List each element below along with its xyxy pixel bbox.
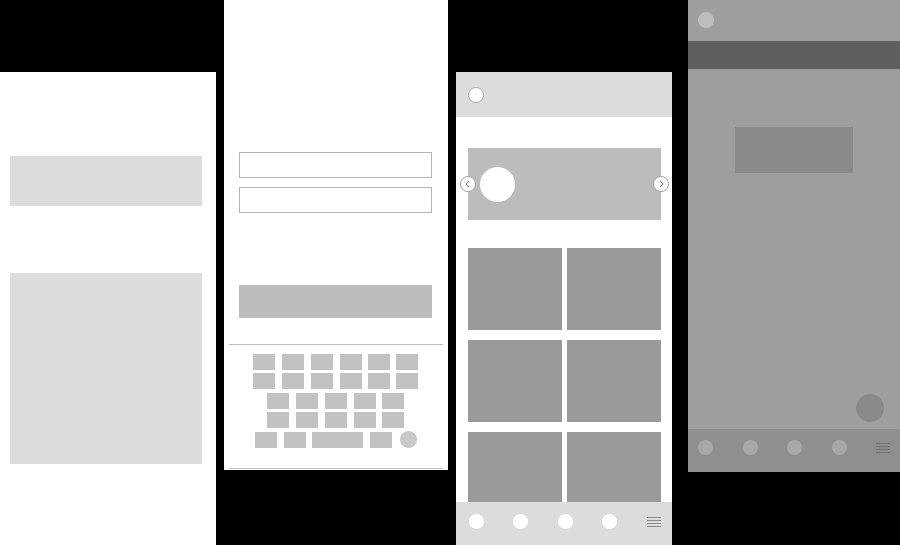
key[interactable] bbox=[296, 412, 318, 428]
grid-tile[interactable] bbox=[567, 248, 661, 330]
password-field[interactable] bbox=[239, 187, 432, 213]
app-bar bbox=[456, 72, 672, 117]
on-screen-keyboard bbox=[224, 345, 448, 470]
key[interactable] bbox=[340, 354, 362, 370]
content-placeholder bbox=[10, 273, 202, 464]
nav-item-icon[interactable] bbox=[743, 440, 758, 455]
space-key[interactable] bbox=[312, 432, 363, 448]
key[interactable] bbox=[253, 373, 275, 389]
carousel-avatar bbox=[480, 167, 515, 202]
avatar-icon[interactable] bbox=[468, 87, 484, 103]
grid-tile[interactable] bbox=[468, 248, 562, 330]
key[interactable] bbox=[282, 373, 304, 389]
key[interactable] bbox=[296, 393, 318, 409]
dialog-overlay-screen bbox=[688, 0, 900, 472]
key[interactable] bbox=[382, 412, 404, 428]
key[interactable] bbox=[368, 373, 390, 389]
key[interactable] bbox=[396, 354, 418, 370]
key[interactable] bbox=[340, 373, 362, 389]
nav-item-icon[interactable] bbox=[832, 440, 847, 455]
key[interactable] bbox=[370, 432, 392, 448]
key[interactable] bbox=[282, 354, 304, 370]
nav-item-icon[interactable] bbox=[469, 514, 484, 529]
app-bar bbox=[688, 41, 900, 69]
header-placeholder bbox=[10, 156, 202, 206]
dialog-placeholder bbox=[735, 127, 853, 173]
nav-item-icon[interactable] bbox=[602, 514, 617, 529]
grid-tile[interactable] bbox=[567, 340, 661, 422]
key[interactable] bbox=[267, 393, 289, 409]
key[interactable] bbox=[267, 412, 289, 428]
nav-item-icon[interactable] bbox=[698, 440, 713, 455]
menu-icon[interactable] bbox=[876, 443, 890, 453]
submit-button[interactable] bbox=[239, 285, 432, 318]
key[interactable] bbox=[325, 412, 347, 428]
grid-tile[interactable] bbox=[468, 340, 562, 422]
key[interactable] bbox=[311, 354, 333, 370]
keyboard-bottom-edge bbox=[229, 468, 443, 469]
key[interactable] bbox=[354, 393, 376, 409]
key[interactable] bbox=[325, 393, 347, 409]
avatar-icon[interactable] bbox=[698, 12, 714, 28]
chevron-left-icon[interactable] bbox=[460, 176, 476, 192]
fab-icon[interactable] bbox=[856, 394, 884, 422]
grid-tile[interactable] bbox=[468, 432, 562, 512]
menu-icon[interactable] bbox=[647, 517, 661, 527]
key[interactable] bbox=[382, 393, 404, 409]
mic-icon[interactable] bbox=[400, 431, 417, 448]
nav-item-icon[interactable] bbox=[513, 514, 528, 529]
key[interactable] bbox=[311, 373, 333, 389]
key[interactable] bbox=[284, 432, 306, 448]
key[interactable] bbox=[354, 412, 376, 428]
grid-tile[interactable] bbox=[567, 432, 661, 512]
key[interactable] bbox=[368, 354, 390, 370]
login-screen bbox=[224, 0, 448, 470]
key[interactable] bbox=[396, 373, 418, 389]
chevron-right-icon[interactable] bbox=[653, 176, 669, 192]
username-field[interactable] bbox=[239, 152, 432, 178]
shift-key[interactable] bbox=[255, 432, 277, 448]
key[interactable] bbox=[253, 354, 275, 370]
nav-item-icon[interactable] bbox=[558, 514, 573, 529]
gallery-screen bbox=[456, 72, 672, 545]
content-screen bbox=[0, 72, 216, 545]
nav-item-icon[interactable] bbox=[787, 440, 802, 455]
